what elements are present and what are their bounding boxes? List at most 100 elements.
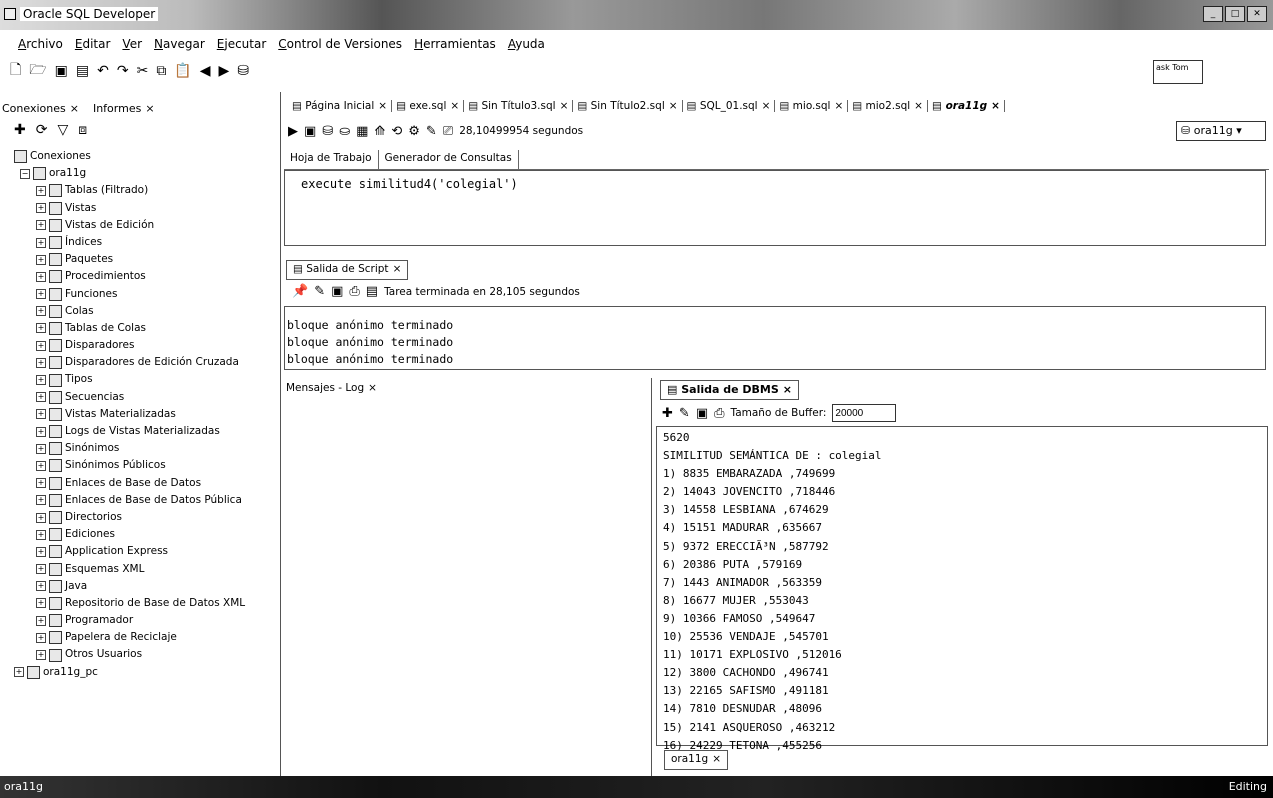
close-icon[interactable]: × <box>450 100 459 112</box>
tree-node[interactable]: + Enlaces de Base de Datos <box>14 475 274 492</box>
editor-tab[interactable]: ▤ Sin Título3.sql × <box>464 100 574 112</box>
schema-icon[interactable]: ⧈ <box>78 122 87 138</box>
dbms-connection-tab[interactable]: ora11g × <box>664 750 729 770</box>
editor-tab[interactable]: ▤ Página Inicial × <box>288 100 393 112</box>
close-icon[interactable]: × <box>783 383 792 396</box>
menu-archivo[interactable]: Archivo <box>18 37 63 51</box>
editor-tab[interactable]: ▤ Sin Título2.sql × <box>573 100 683 112</box>
save-icon[interactable]: ▣ <box>696 406 708 421</box>
close-icon[interactable]: × <box>70 102 79 115</box>
expand-icon[interactable]: + <box>36 271 46 282</box>
undo-icon[interactable]: ↶ <box>97 63 109 79</box>
tree-node[interactable]: + Ediciones <box>14 526 274 543</box>
clear-icon[interactable]: ✎ <box>426 124 437 139</box>
editor-tab[interactable]: ▤ exe.sql × <box>392 100 465 112</box>
save-icon[interactable]: ▣ <box>55 63 68 79</box>
format-icon[interactable]: ⚙ <box>408 124 420 139</box>
editor-tab[interactable]: ▤ SQL_01.sql × <box>683 100 776 112</box>
export-icon[interactable]: ▤ <box>366 284 378 299</box>
tree-node[interactable]: + Logs de Vistas Materializadas <box>14 423 274 440</box>
close-icon[interactable]: × <box>393 263 402 275</box>
tree-node[interactable]: + Índices <box>14 234 274 251</box>
close-icon[interactable]: × <box>145 102 154 115</box>
print-icon[interactable]: ⎙ <box>714 406 724 421</box>
expand-icon[interactable]: + <box>36 529 46 540</box>
cancel-icon[interactable]: ▦ <box>356 124 368 139</box>
expand-icon[interactable]: + <box>36 203 46 214</box>
tree-node[interactable]: + Sinónimos <box>14 440 274 457</box>
expand-icon[interactable]: + <box>36 495 46 506</box>
expand-icon[interactable]: + <box>36 478 46 489</box>
dbms-output-area[interactable]: 5620 SIMILITUD SEMÁNTICA DE : colegial 1) … <box>656 426 1268 752</box>
expand-icon[interactable]: + <box>36 460 46 471</box>
paste-icon[interactable]: 📋 <box>174 63 191 79</box>
expand-icon[interactable]: + <box>36 323 46 334</box>
sql-editor[interactable]: execute similitud4('colegial') <box>284 170 1266 246</box>
forward-icon[interactable]: ▶ <box>219 63 230 79</box>
menu-editar[interactable]: Editar <box>75 37 111 51</box>
connection-select[interactable]: ⛁ ora11g ▾ <box>1176 121 1266 141</box>
expand-icon[interactable]: + <box>36 289 46 300</box>
cut-icon[interactable]: ✂ <box>137 63 149 79</box>
tree-node[interactable]: − ora11g <box>14 165 274 182</box>
close-icon[interactable]: ✕ <box>1247 6 1267 22</box>
menu-control-versiones[interactable]: Control de Versiones <box>278 37 402 51</box>
editor-tab[interactable]: ▤ mio2.sql × <box>848 100 928 112</box>
expand-icon[interactable]: + <box>36 650 46 661</box>
refresh-icon[interactable]: ⟳ <box>36 122 48 138</box>
tree-node[interactable]: + Funciones <box>14 286 274 303</box>
clear-icon[interactable]: ✎ <box>679 406 690 421</box>
expand-icon[interactable]: + <box>36 581 46 592</box>
expand-icon[interactable]: + <box>14 667 24 678</box>
close-icon[interactable]: × <box>378 100 387 112</box>
expand-icon[interactable]: + <box>36 546 46 557</box>
back-icon[interactable]: ◀ <box>200 63 211 79</box>
tree-node[interactable]: + Directorios <box>14 509 274 526</box>
menu-ayuda[interactable]: Ayuda <box>508 37 545 51</box>
filter-icon[interactable]: ▽ <box>57 122 68 138</box>
ask-tom-button[interactable]: ask Tom <box>1153 60 1203 84</box>
expand-icon[interactable]: + <box>36 426 46 437</box>
tree-node[interactable]: + Tablas de Colas <box>14 320 274 337</box>
tree-node[interactable]: + Java <box>14 578 274 595</box>
minimize-icon[interactable]: _ <box>1203 6 1223 22</box>
menu-navegar[interactable]: Navegar <box>154 37 205 51</box>
tree-node[interactable]: + Sinónimos Públicos <box>14 457 274 474</box>
explain-icon[interactable]: ⟰ <box>374 124 385 139</box>
run-icon[interactable]: ▶ <box>288 124 298 139</box>
tree-node[interactable]: + Procedimientos <box>14 268 274 285</box>
menu-herramientas[interactable]: Herramientas <box>414 37 496 51</box>
copy-icon[interactable]: ⧉ <box>156 63 166 79</box>
tree-node[interactable]: + Disparadores <box>14 337 274 354</box>
expand-icon[interactable]: + <box>36 220 46 231</box>
expand-icon[interactable]: + <box>36 632 46 643</box>
expand-icon[interactable]: + <box>36 409 46 420</box>
close-icon[interactable]: × <box>368 382 377 394</box>
sql-icon[interactable]: ⛁ <box>237 63 249 79</box>
new-icon[interactable]: 🗋 <box>10 59 21 83</box>
pin-icon[interactable]: 📌 <box>292 284 308 299</box>
commit-icon[interactable]: ⛁ <box>322 124 333 139</box>
enable-output-icon[interactable]: ✚ <box>662 406 673 421</box>
open-icon[interactable]: 🗁 <box>29 59 46 83</box>
tree-node[interactable]: + Tipos <box>14 371 274 388</box>
tree-node[interactable]: + Disparadores de Edición Cruzada <box>14 354 274 371</box>
tab-generador-consultas[interactable]: Generador de Consultas <box>379 150 519 169</box>
add-connection-icon[interactable]: ✚ <box>14 122 26 138</box>
history-icon[interactable]: ⎚ <box>443 124 453 139</box>
editor-tab[interactable]: ▤ mio.sql × <box>775 100 849 112</box>
menu-ver[interactable]: Ver <box>122 37 142 51</box>
expand-icon[interactable]: + <box>36 375 46 386</box>
tree-node[interactable]: + Application Express <box>14 543 274 560</box>
expand-icon[interactable]: + <box>36 340 46 351</box>
script-output-area[interactable]: bloque anónimo terminado bloque anónimo t… <box>284 306 1266 370</box>
expand-icon[interactable]: − <box>20 168 30 179</box>
close-icon[interactable]: × <box>834 100 843 112</box>
tab-conexiones[interactable]: Conexiones × <box>2 102 79 115</box>
tab-salida-script[interactable]: ▤ Salida de Script × <box>286 260 409 280</box>
expand-icon[interactable]: + <box>36 254 46 265</box>
tree-node[interactable]: + Enlaces de Base de Datos Pública <box>14 492 274 509</box>
tab-hoja-de-trabajo[interactable]: Hoja de Trabajo <box>284 150 379 169</box>
panel-divider[interactable] <box>280 92 281 782</box>
expand-icon[interactable]: + <box>36 512 46 523</box>
